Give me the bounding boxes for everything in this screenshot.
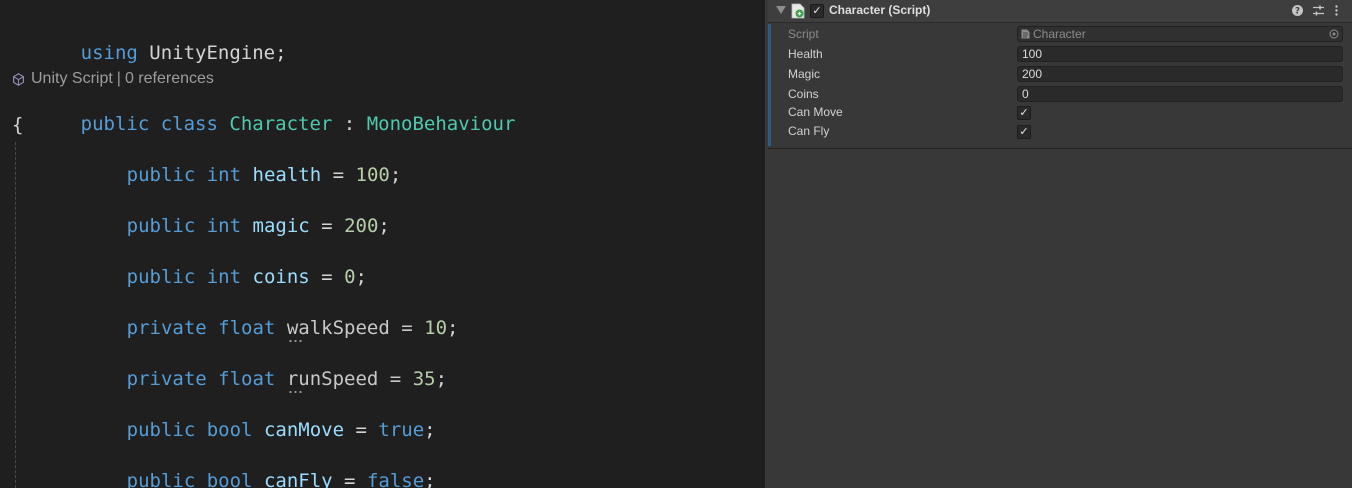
screen: using UnityEngine; Unity Script | 0 refe… [0, 0, 1352, 488]
can-fly-label: Can Fly [788, 124, 830, 138]
help-icon[interactable]: ? [1291, 4, 1304, 17]
field-name: coins [252, 266, 310, 288]
field-coins-line: public int coins = 0; [126, 266, 367, 288]
namespace-name: UnityEngine [149, 42, 276, 64]
script-file-icon [1021, 29, 1030, 39]
codelens[interactable]: Unity Script | 0 references [12, 70, 214, 88]
component-title: Character (Script) [829, 3, 931, 17]
using-line: using UnityEngine; [80, 42, 287, 64]
character-script-component: ✓ Character (Script) ? Script Character … [768, 0, 1352, 149]
object-picker-icon[interactable] [1329, 29, 1339, 39]
can-move-label: Can Move [788, 105, 843, 119]
script-object-value: Character [1033, 27, 1086, 41]
field-canfly-line: public bool canFly = false; [58, 445, 436, 488]
field-walkspeed-line: private float walkSpeed = 10; [126, 317, 459, 339]
open-brace: { [12, 114, 24, 136]
unity-cube-icon [13, 72, 24, 86]
field-name: walkSpeed [286, 317, 390, 339]
field-canmove-line: public bool canMove = true; [126, 419, 436, 441]
field-name: canFly [263, 470, 333, 488]
can-fly-checkbox[interactable]: ✓ [1017, 125, 1031, 139]
field-name: canMove [263, 419, 345, 441]
script-object-field: Character [1017, 26, 1343, 42]
magic-label: Magic [788, 67, 821, 81]
indent-guide [15, 142, 16, 488]
field-magic-line: public int magic = 200; [126, 215, 390, 237]
health-field[interactable]: 100 [1017, 46, 1343, 62]
class-name: Character [229, 113, 333, 135]
component-header[interactable]: ✓ Character (Script) ? [768, 0, 1352, 23]
coins-label: Coins [788, 87, 819, 101]
field-name: runSpeed [286, 368, 379, 390]
codelens-references[interactable]: 0 references [125, 70, 214, 88]
base-class-name: MonoBehaviour [366, 113, 516, 135]
foldout-arrow-icon[interactable] [776, 6, 786, 14]
component-accent-bar [768, 24, 771, 146]
script-label: Script [788, 27, 819, 41]
coins-field[interactable]: 0 [1017, 86, 1343, 102]
health-label: Health [788, 47, 823, 61]
field-name: health [252, 164, 322, 186]
presets-icon[interactable] [1312, 4, 1325, 17]
can-move-checkbox[interactable]: ✓ [1017, 106, 1031, 120]
codelens-separator: | [116, 70, 121, 87]
magic-field[interactable]: 200 [1017, 66, 1343, 82]
field-name: magic [252, 215, 310, 237]
csharp-script-icon [791, 3, 805, 19]
field-health-line: public int health = 100; [126, 164, 402, 186]
class-declaration: public class Character : MonoBehaviour [80, 113, 516, 135]
more-menu-icon[interactable] [1330, 4, 1343, 17]
codelens-label[interactable]: Unity Script [31, 70, 113, 88]
component-enabled-checkbox[interactable]: ✓ [810, 4, 824, 18]
code-editor[interactable]: using UnityEngine; Unity Script | 0 refe… [0, 0, 765, 488]
inspector-panel: ✓ Character (Script) ? Script Character … [765, 0, 1352, 488]
field-runspeed-line: private float runSpeed = 35; [126, 368, 448, 390]
keyword-using: using [80, 42, 138, 64]
svg-text:?: ? [1295, 7, 1300, 17]
